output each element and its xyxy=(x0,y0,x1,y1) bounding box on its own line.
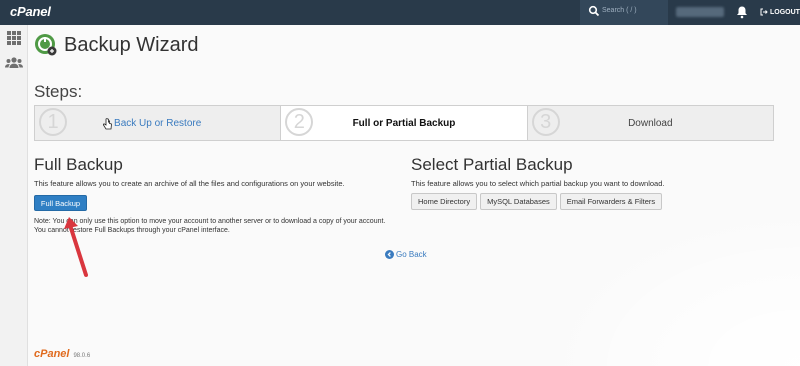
users-icon[interactable] xyxy=(5,55,23,71)
hand-cursor-icon xyxy=(103,118,112,130)
step-label: Full or Partial Backup xyxy=(352,117,456,129)
version-label: 98.0.6 xyxy=(73,353,91,359)
logout-label: LOGOUT xyxy=(770,8,800,16)
logout-icon xyxy=(760,8,768,16)
sidebar xyxy=(0,25,28,366)
partial-backup-buttons: Home Directory MySQL Databases Email For… xyxy=(411,193,663,210)
cpanel-logo[interactable]: cPanel xyxy=(10,4,51,19)
step-label[interactable]: Back Up or Restore xyxy=(35,118,280,129)
go-back-label: Go Back xyxy=(396,250,427,259)
full-backup-section: Full Backup This feature allows you to c… xyxy=(34,155,394,234)
search-icon xyxy=(588,5,600,17)
grid-icon[interactable] xyxy=(6,30,22,46)
mysql-databases-button[interactable]: MySQL Databases xyxy=(480,193,557,210)
full-backup-button[interactable]: Full Backup xyxy=(34,195,87,211)
step-number: 3 xyxy=(531,108,560,136)
footer: cPanel 98.0.6 xyxy=(34,348,90,360)
footer-cpanel-logo[interactable]: cPanel xyxy=(34,348,69,360)
step-number: 1 xyxy=(39,108,67,136)
screen-glare xyxy=(540,206,800,366)
user-menu[interactable] xyxy=(676,7,724,17)
top-navbar: cPanel Search ( / ) LOGOUT xyxy=(0,0,800,25)
arrow-left-circle-icon xyxy=(385,250,394,259)
home-directory-button[interactable]: Home Directory xyxy=(411,193,478,210)
step-number: 2 xyxy=(285,108,314,136)
backup-wizard-icon xyxy=(35,34,57,56)
step-label: Download xyxy=(628,117,673,129)
full-backup-heading: Full Backup xyxy=(34,155,123,174)
wizard-steps: 1 Back Up or Restore 2 Full or Partial B… xyxy=(34,105,774,141)
email-forwarders-filters-button[interactable]: Email Forwarders & Filters xyxy=(559,193,663,210)
page-title: Backup Wizard xyxy=(64,33,199,56)
partial-backup-section: Select Partial Backup This feature allow… xyxy=(411,155,771,210)
logout-button[interactable]: LOGOUT xyxy=(760,8,800,16)
annotation-arrow xyxy=(64,217,88,277)
step-download[interactable]: 3 Download xyxy=(528,106,773,140)
full-backup-description: This feature allows you to create an arc… xyxy=(34,179,345,188)
search-box[interactable]: Search ( / ) xyxy=(580,0,668,25)
main-content: Backup Wizard Steps: 1 Back Up or Restor… xyxy=(28,25,800,366)
partial-backup-description: This feature allows you to select which … xyxy=(411,179,665,188)
bell-icon[interactable] xyxy=(736,5,748,19)
step-full-or-partial-backup[interactable]: 2 Full or Partial Backup xyxy=(281,106,528,140)
go-back-link[interactable]: Go Back xyxy=(385,250,427,259)
step-back-up-or-restore[interactable]: 1 Back Up or Restore xyxy=(35,106,282,140)
search-input[interactable]: Search ( / ) xyxy=(602,7,637,14)
steps-heading: Steps: xyxy=(34,82,83,101)
partial-backup-heading: Select Partial Backup xyxy=(411,155,573,174)
page-header: Backup Wizard xyxy=(34,33,199,57)
